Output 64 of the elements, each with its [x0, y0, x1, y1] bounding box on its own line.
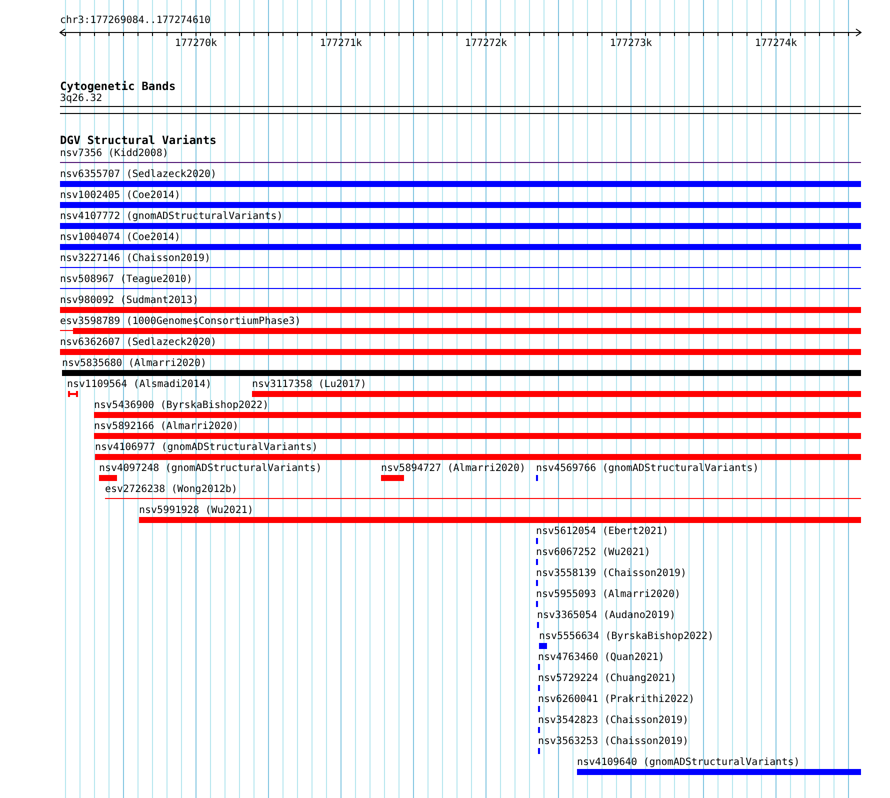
location-label: chr3:177269084..177274610: [60, 14, 211, 28]
feature-label[interactable]: nsv5436900 (ByrskaBishop2022): [94, 400, 269, 412]
variant-bar[interactable]: [60, 223, 861, 229]
feature-label[interactable]: nsv1002405 (Coe2014): [60, 190, 180, 202]
feature-label[interactable]: nsv508967 (Teague2010): [60, 274, 192, 286]
variant-bar[interactable]: [539, 643, 547, 649]
tick-label: 177271k: [320, 38, 362, 49]
feature-label[interactable]: nsv5991928 (Wu2021): [139, 505, 254, 517]
feature-label[interactable]: nsv5955093 (Almarri2020): [536, 589, 680, 601]
variant-line[interactable]: [60, 288, 861, 289]
track-title: Cytogenetic Bands: [60, 80, 176, 93]
variant-bar[interactable]: [60, 244, 861, 250]
variant-bar[interactable]: [381, 475, 404, 481]
band-label: 3q26.32: [60, 93, 102, 105]
feature-label[interactable]: nsv1109564 (Alsmadi2014): [67, 379, 212, 391]
tick-label: 177273k: [610, 38, 652, 49]
feature-label[interactable]: nsv1004074 (Coe2014): [60, 232, 180, 244]
variant-bar[interactable]: [94, 412, 861, 418]
variant-bar[interactable]: [139, 517, 861, 523]
feature-label[interactable]: nsv3227146 (Chaisson2019): [60, 253, 211, 265]
track-title: DGV Structural Variants: [60, 134, 216, 147]
tick-label: 177274k: [754, 38, 798, 49]
tick-label: 177272k: [464, 38, 508, 49]
feature-label[interactable]: nsv3117358 (Lu2017): [252, 379, 366, 391]
variant-bar[interactable]: [62, 370, 861, 376]
feature-label[interactable]: nsv980092 (Sudmant2013): [60, 295, 198, 307]
feature-label[interactable]: nsv4569766 (gnomADStructuralVariants): [536, 463, 759, 475]
variant-bar[interactable]: [60, 349, 861, 355]
feature-label[interactable]: nsv3365054 (Audano2019): [537, 610, 676, 622]
feature-label[interactable]: nsv5835680 (Almarri2020): [62, 358, 206, 370]
variant-bar[interactable]: [99, 475, 117, 481]
feature-label[interactable]: esv2726238 (Wong2012b): [105, 484, 238, 496]
feature-label[interactable]: nsv5894727 (Almarri2020): [381, 463, 526, 475]
feature-label[interactable]: nsv5612054 (Ebert2021): [536, 526, 668, 538]
feature-label[interactable]: nsv4109640 (gnomADStructuralVariants): [577, 757, 800, 769]
feature-label[interactable]: nsv5556634 (ByrskaBishop2022): [539, 631, 714, 643]
variant-line[interactable]: [60, 267, 861, 268]
variant-bar[interactable]: [94, 433, 861, 439]
feature-label[interactable]: nsv6067252 (Wu2021): [536, 547, 650, 559]
feature-label[interactable]: nsv3542823 (Chaisson2019): [538, 715, 689, 727]
feature-label[interactable]: nsv6355707 (Sedlazeck2020): [60, 169, 217, 181]
feature-label[interactable]: nsv4763460 (Quan2021): [538, 652, 664, 664]
feature-label[interactable]: nsv3558139 (Chaisson2019): [536, 568, 687, 580]
feature-label[interactable]: nsv5892166 (Almarri2020): [94, 421, 238, 433]
variant-line[interactable]: [105, 498, 861, 499]
feature-label[interactable]: esv3598789 (1000GenomesConsortiumPhase3): [60, 316, 301, 328]
feature-label[interactable]: nsv4107772 (gnomADStructuralVariants): [60, 211, 283, 223]
variant-bar[interactable]: [60, 328, 861, 334]
feature-label[interactable]: nsv6362607 (Sedlazeck2020): [60, 337, 217, 349]
variant-interval[interactable]: [68, 391, 78, 397]
feature-label[interactable]: nsv7356 (Kidd2008): [60, 148, 168, 160]
variant-bar[interactable]: [252, 391, 861, 397]
feature-label[interactable]: nsv4106977 (gnomADStructuralVariants): [95, 442, 318, 454]
feature-label[interactable]: nsv5729224 (Chuang2021): [538, 673, 676, 685]
feature-label[interactable]: nsv3563253 (Chaisson2019): [538, 736, 689, 748]
variant-bar[interactable]: [60, 181, 861, 187]
feature-label[interactable]: nsv6260041 (Prakrithi2022): [538, 694, 695, 706]
variant-bar[interactable]: [577, 769, 861, 775]
tick-label: 177270k: [174, 38, 218, 49]
variant-bar[interactable]: [60, 202, 861, 208]
feature-label[interactable]: nsv4097248 (gnomADStructuralVariants): [99, 463, 322, 475]
variant-bar[interactable]: [95, 454, 861, 460]
variant-bar[interactable]: [60, 307, 861, 313]
variant-line[interactable]: [60, 162, 861, 163]
